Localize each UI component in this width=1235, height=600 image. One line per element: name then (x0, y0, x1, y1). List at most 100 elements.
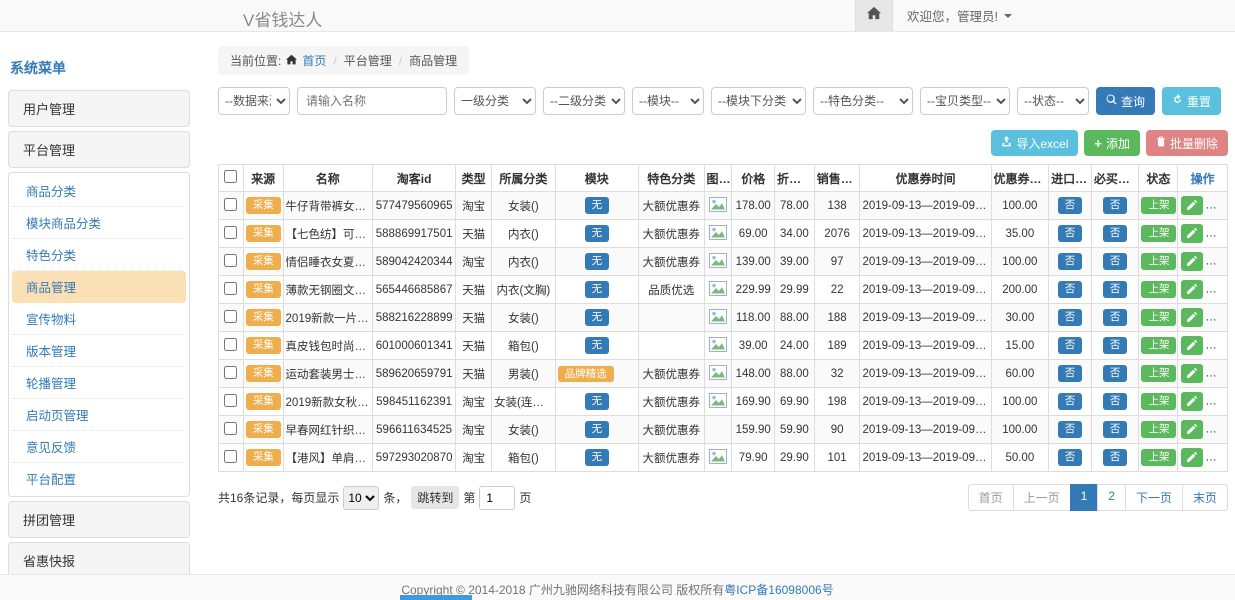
filter-select-一级分类[interactable]: 一级分类 (454, 87, 536, 115)
must-buy-toggle[interactable]: 否 (1103, 225, 1128, 242)
edit-button[interactable] (1181, 196, 1203, 215)
batch-delete-button[interactable]: 批量删除 (1146, 130, 1228, 156)
jump-button[interactable]: 跳转到 (411, 486, 459, 509)
must-buy-toggle[interactable]: 否 (1103, 449, 1128, 466)
edit-button[interactable] (1181, 252, 1203, 271)
edit-button[interactable] (1181, 420, 1203, 439)
sidebar-item-平台管理[interactable]: 平台管理 (8, 131, 190, 168)
home-button[interactable] (855, 0, 893, 31)
status-toggle[interactable]: 上架 (1141, 393, 1176, 410)
feature-cell: 大额优惠券 (639, 444, 705, 472)
sidebar-subitem-平台配置[interactable]: 平台配置 (12, 463, 186, 494)
sidebar-item-用户管理[interactable]: 用户管理 (8, 90, 190, 127)
coupon-amount-cell: 200.00 (991, 276, 1049, 304)
sidebar-subitem-启动页管理[interactable]: 启动页管理 (12, 399, 186, 431)
sidebar-subitem-版本管理[interactable]: 版本管理 (12, 335, 186, 367)
status-toggle[interactable]: 上架 (1141, 421, 1176, 438)
edit-button[interactable] (1181, 392, 1203, 411)
page-number-input[interactable] (479, 486, 515, 510)
import-select-toggle[interactable]: 否 (1058, 253, 1083, 270)
sidebar-subitem-商品分类[interactable]: 商品分类 (12, 175, 186, 207)
must-buy-toggle[interactable]: 否 (1103, 365, 1128, 382)
status-toggle[interactable]: 上架 (1141, 197, 1176, 214)
row-checkbox[interactable] (224, 226, 237, 239)
row-checkbox[interactable] (224, 254, 237, 267)
breadcrumb-home-link[interactable]: 首页 (302, 52, 326, 69)
sidebar-item-省惠快报[interactable]: 省惠快报 (8, 542, 190, 574)
pager-item-首页[interactable]: 首页 (968, 484, 1014, 511)
row-checkbox[interactable] (224, 394, 237, 407)
filter-select---宝贝类型--[interactable]: --宝贝类型-- (920, 87, 1010, 115)
sidebar-item-拼团管理[interactable]: 拼团管理 (8, 501, 190, 538)
filter-select---状态--[interactable]: --状态-- (1017, 87, 1089, 115)
edit-icon (1187, 226, 1197, 241)
pager-item-下一页[interactable]: 下一页 (1125, 484, 1183, 511)
row-checkbox[interactable] (224, 422, 237, 435)
sidebar-subitem-轮播管理[interactable]: 轮播管理 (12, 367, 186, 399)
filter-select---模块--[interactable]: --模块-- (632, 87, 704, 115)
feature-cell (639, 332, 705, 360)
import-excel-button[interactable]: 导入excel (991, 130, 1078, 156)
import-select-toggle[interactable]: 否 (1058, 365, 1083, 382)
status-toggle[interactable]: 上架 (1141, 365, 1176, 382)
filter-select---二级分类--[interactable]: --二级分类-- (543, 87, 625, 115)
must-buy-toggle[interactable]: 否 (1103, 393, 1128, 410)
import-select-toggle[interactable]: 否 (1058, 449, 1083, 466)
edit-button[interactable] (1181, 280, 1203, 299)
row-checkbox[interactable] (224, 310, 237, 323)
must-buy-toggle[interactable]: 否 (1103, 281, 1128, 298)
status-toggle[interactable]: 上架 (1141, 253, 1176, 270)
status-cell: 上架 (1139, 332, 1178, 360)
row-checkbox[interactable] (224, 366, 237, 379)
filter-select---模块下分类--[interactable]: --模块下分类-- (711, 87, 806, 115)
must-buy-toggle[interactable]: 否 (1103, 309, 1128, 326)
edit-button[interactable] (1181, 448, 1203, 467)
edit-button[interactable] (1181, 336, 1203, 355)
sidebar: 系统菜单 用户管理平台管理商品分类模块商品分类特色分类商品管理宣传物料版本管理轮… (8, 50, 190, 574)
must-buy-toggle[interactable]: 否 (1103, 197, 1128, 214)
import-select-toggle[interactable]: 否 (1058, 421, 1083, 438)
column-header-状态: 状态 (1139, 165, 1178, 192)
pager-item-上一页[interactable]: 上一页 (1013, 484, 1071, 511)
sidebar-subitem-商品管理[interactable]: 商品管理 (12, 271, 186, 303)
import-select-toggle[interactable]: 否 (1058, 281, 1083, 298)
import-select-toggle[interactable]: 否 (1058, 309, 1083, 326)
row-checkbox[interactable] (224, 338, 237, 351)
reset-button[interactable]: 重置 (1162, 87, 1221, 115)
pager-item-末页[interactable]: 末页 (1182, 484, 1228, 511)
name-search-input[interactable] (297, 87, 447, 115)
pager-item-1[interactable]: 1 (1070, 484, 1099, 511)
import-select-toggle[interactable]: 否 (1058, 225, 1083, 242)
status-toggle[interactable]: 上架 (1141, 309, 1176, 326)
search-button[interactable]: 查询 (1096, 87, 1155, 115)
discount-price-cell: 24.00 (775, 332, 815, 360)
import-select-toggle[interactable]: 否 (1058, 337, 1083, 354)
status-toggle[interactable]: 上架 (1141, 337, 1176, 354)
must-buy-toggle[interactable]: 否 (1103, 421, 1128, 438)
import-select-toggle[interactable]: 否 (1058, 197, 1083, 214)
user-menu[interactable]: 欢迎您，管理员! (893, 0, 1026, 31)
sidebar-subitem-意见反馈[interactable]: 意见反馈 (12, 431, 186, 463)
must-buy-toggle[interactable]: 否 (1103, 253, 1128, 270)
add-button[interactable]: + 添加 (1084, 130, 1140, 156)
edit-button[interactable] (1181, 224, 1203, 243)
icp-link[interactable]: 粤ICP备16098006号 (724, 583, 833, 597)
must-buy-toggle[interactable]: 否 (1103, 337, 1128, 354)
import-select-toggle[interactable]: 否 (1058, 393, 1083, 410)
data-source-select[interactable]: --数据来源-- (218, 87, 290, 115)
edit-button[interactable] (1181, 308, 1203, 327)
select-all-checkbox[interactable] (224, 170, 237, 183)
status-toggle[interactable]: 上架 (1141, 281, 1176, 298)
row-checkbox[interactable] (224, 198, 237, 211)
sidebar-subitem-特色分类[interactable]: 特色分类 (12, 239, 186, 271)
sidebar-subitem-模块商品分类[interactable]: 模块商品分类 (12, 207, 186, 239)
row-checkbox[interactable] (224, 450, 237, 463)
pager-item-2[interactable]: 2 (1097, 484, 1126, 511)
sidebar-subitem-宣传物料[interactable]: 宣传物料 (12, 303, 186, 335)
filter-select---特色分类--[interactable]: --特色分类-- (813, 87, 913, 115)
per-page-select[interactable]: 10 (343, 486, 379, 510)
edit-button[interactable] (1181, 364, 1203, 383)
row-checkbox[interactable] (224, 282, 237, 295)
status-toggle[interactable]: 上架 (1141, 449, 1176, 466)
status-toggle[interactable]: 上架 (1141, 225, 1176, 242)
